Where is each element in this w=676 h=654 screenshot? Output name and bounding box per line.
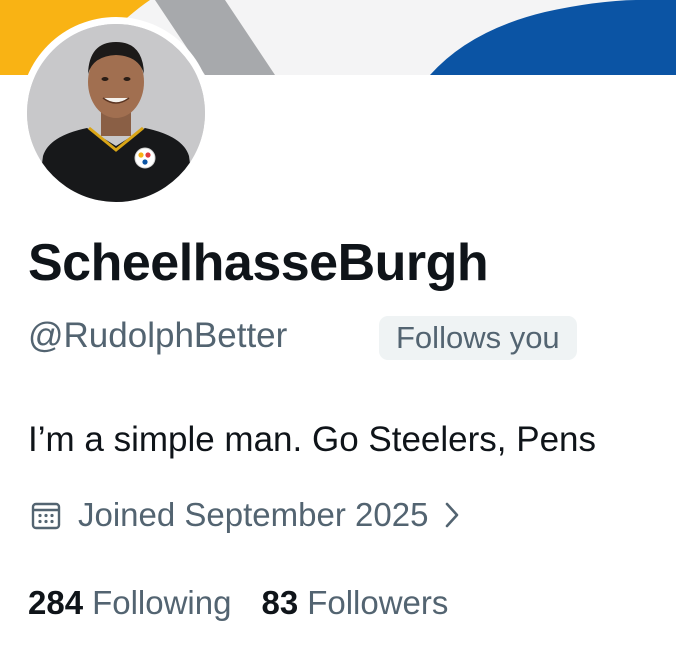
username-handle: @RudolphBetter	[28, 316, 288, 355]
display-name: ScheelhasseBurgh	[28, 234, 489, 292]
followers-label: Followers	[307, 584, 449, 621]
joined-date-row[interactable]: Joined September 2025	[30, 492, 462, 538]
chevron-right-icon	[446, 502, 459, 528]
profile-bio: I’m a simple man. Go Steelers, Pens	[28, 420, 596, 459]
following-count: 284	[28, 584, 84, 621]
avatar[interactable]	[27, 24, 205, 202]
avatar-border	[20, 17, 212, 209]
follows-you-badge: Follows you	[379, 316, 577, 360]
joined-date-text: Joined September 2025	[78, 496, 429, 533]
avatar-photo	[27, 24, 205, 202]
follow-stats: 284 Following 83 Followers	[28, 580, 448, 626]
calendar-icon	[31, 502, 61, 530]
followers-count: 83	[261, 584, 299, 621]
following-label: Following	[92, 584, 232, 621]
followers-stat[interactable]: 83 Followers	[261, 580, 448, 626]
following-stat[interactable]: 284 Following	[28, 580, 231, 626]
